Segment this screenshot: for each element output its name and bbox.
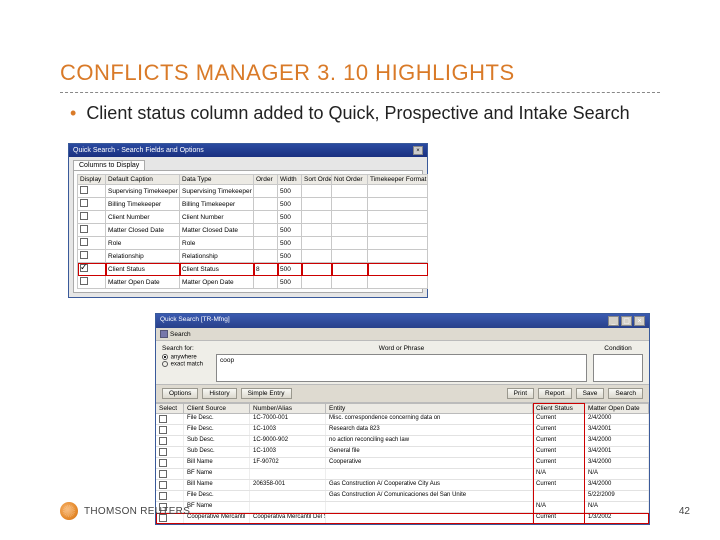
select-checkbox[interactable] (159, 481, 167, 489)
display-checkbox[interactable] (80, 264, 88, 272)
options-button[interactable]: Options (162, 388, 198, 399)
display-checkbox[interactable] (80, 212, 88, 220)
display-checkbox[interactable] (80, 238, 88, 246)
toolbar-label: Search (170, 331, 191, 338)
search-scope-radio[interactable] (162, 361, 168, 367)
word-phrase-input[interactable]: coop (216, 354, 587, 382)
column-header[interactable]: Display (78, 175, 106, 185)
table-row[interactable]: Supervising TimekeeperSupervising Timeke… (78, 185, 428, 198)
column-header[interactable]: Order (254, 175, 278, 185)
minimize-icon[interactable]: _ (608, 316, 619, 326)
save-button[interactable]: Save (576, 388, 605, 399)
slide-title: CONFLICTS MANAGER 3. 10 HIGHLIGHTS (60, 60, 660, 93)
brand-logo: THOMSON REUTERS (60, 502, 190, 520)
search-icon (160, 330, 168, 338)
tab-columns-to-display[interactable]: Columns to Display (73, 160, 145, 170)
select-checkbox[interactable] (159, 448, 167, 456)
column-header[interactable]: Number/Alias (250, 404, 326, 413)
column-header[interactable]: Sort Order (302, 175, 332, 185)
search-for-label: Search for: (162, 345, 210, 352)
display-checkbox[interactable] (80, 199, 88, 207)
print-button[interactable]: Print (507, 388, 534, 399)
result-row[interactable]: File Desc.1C-7000-001Misc. correspondenc… (156, 414, 649, 425)
select-checkbox[interactable] (159, 470, 167, 478)
result-row[interactable]: BF NameN/AN/A (156, 469, 649, 480)
select-checkbox[interactable] (159, 426, 167, 434)
column-header[interactable]: Client Status (533, 404, 585, 413)
select-checkbox[interactable] (159, 459, 167, 467)
select-checkbox[interactable] (159, 437, 167, 445)
page-number: 42 (679, 506, 690, 517)
columns-grid: DisplayDefault CaptionData TypeOrderWidt… (77, 174, 428, 289)
result-row[interactable]: File Desc.Gas Construction A/ Comunicaci… (156, 491, 649, 502)
display-checkbox[interactable] (80, 277, 88, 285)
column-header[interactable]: Default Caption (106, 175, 180, 185)
report-button[interactable]: Report (538, 388, 572, 399)
toolbar: Search (156, 328, 649, 341)
select-checkbox[interactable] (159, 415, 167, 423)
display-checkbox[interactable] (80, 186, 88, 194)
search-button[interactable]: Search (608, 388, 643, 399)
toolbar-search[interactable]: Search (160, 330, 191, 338)
column-header[interactable]: Timekeeper Format (368, 175, 428, 185)
simple-entry-button[interactable]: Simple Entry (241, 388, 292, 399)
table-row[interactable]: RoleRole500 (78, 237, 428, 250)
dialog-title: Quick Search [TR-Mfng] (160, 316, 230, 326)
close-icon[interactable]: × (413, 146, 423, 155)
result-row[interactable]: Bill Name206358-001Gas Construction A/ C… (156, 480, 649, 491)
bullet-marker: • (70, 101, 76, 125)
select-checkbox[interactable] (159, 492, 167, 500)
maximize-icon[interactable]: ▢ (621, 316, 632, 326)
dialog-titlebar: Quick Search - Search Fields and Options… (69, 144, 427, 157)
history-button[interactable]: History (202, 388, 236, 399)
table-row[interactable]: Client StatusClient Status8500 (78, 263, 428, 276)
table-row[interactable]: Matter Closed DateMatter Closed Date500 (78, 224, 428, 237)
brand-text: THOMSON REUTERS (84, 506, 190, 517)
table-row[interactable]: RelationshipRelationship500 (78, 250, 428, 263)
bullet-item: • Client status column added to Quick, P… (70, 101, 660, 125)
column-header[interactable]: Entity (326, 404, 533, 413)
bullet-text: Client status column added to Quick, Pro… (86, 101, 629, 125)
column-header[interactable]: Not Order (332, 175, 368, 185)
condition-input[interactable] (593, 354, 643, 382)
result-row[interactable]: File Desc.1C-1003Research data 823Curren… (156, 425, 649, 436)
result-row[interactable]: Sub Desc.1C-9000-902no action reconcilin… (156, 436, 649, 447)
close-icon[interactable]: × (634, 316, 645, 326)
quick-search-options-dialog: Quick Search - Search Fields and Options… (68, 143, 428, 298)
dialog-title: Quick Search - Search Fields and Options (73, 147, 204, 154)
quick-search-results-dialog: Quick Search [TR-Mfng] _ ▢ × Search Sear… (155, 313, 650, 525)
result-row[interactable]: Bill Name1F-90702CooperativeCurrent3/4/2… (156, 458, 649, 469)
table-row[interactable]: Matter Open DateMatter Open Date500 (78, 276, 428, 289)
result-row[interactable]: Sub Desc.1C-1003General fileCurrent3/4/2… (156, 447, 649, 458)
logo-icon (60, 502, 78, 520)
display-checkbox[interactable] (80, 251, 88, 259)
table-row[interactable]: Billing TimekeeperBilling Timekeeper500 (78, 198, 428, 211)
display-checkbox[interactable] (80, 225, 88, 233)
table-row[interactable]: Client NumberClient Number500 (78, 211, 428, 224)
column-header[interactable]: Client Source (184, 404, 250, 413)
dialog-titlebar: Quick Search [TR-Mfng] _ ▢ × (156, 314, 649, 328)
search-scope-radio[interactable] (162, 354, 168, 360)
word-phrase-label: Word or Phrase (216, 345, 587, 352)
condition-label: Condition (593, 345, 643, 352)
column-header[interactable]: Data Type (180, 175, 254, 185)
column-header[interactable]: Matter Open Date (585, 404, 649, 413)
column-header[interactable]: Select (156, 404, 184, 413)
column-header[interactable]: Width (278, 175, 302, 185)
